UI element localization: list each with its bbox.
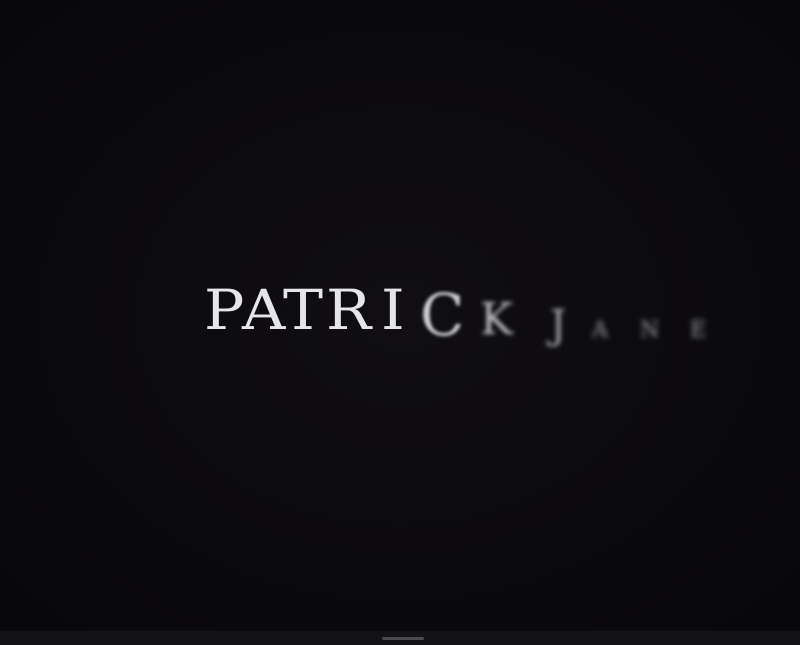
title-letter: I (381, 278, 405, 343)
title-letter: R (326, 278, 372, 343)
bottom-bar (0, 631, 800, 645)
title-letter: E (690, 318, 707, 343)
title-letter: J (550, 302, 567, 348)
title-letter: A (242, 278, 286, 343)
title-letter: K (480, 294, 513, 345)
title-letter: P (204, 278, 245, 343)
video-screen: P A T R I C K J A N E (0, 0, 800, 645)
video-frame[interactable]: P A T R I C K J A N E (0, 0, 800, 631)
home-indicator[interactable] (382, 637, 424, 640)
title-letter: N (640, 318, 660, 343)
title-letter: A (592, 318, 608, 343)
title-letter: T (283, 278, 324, 343)
title-text: P A T R I C K J A N E (0, 0, 800, 631)
title-letter: C (420, 281, 465, 349)
